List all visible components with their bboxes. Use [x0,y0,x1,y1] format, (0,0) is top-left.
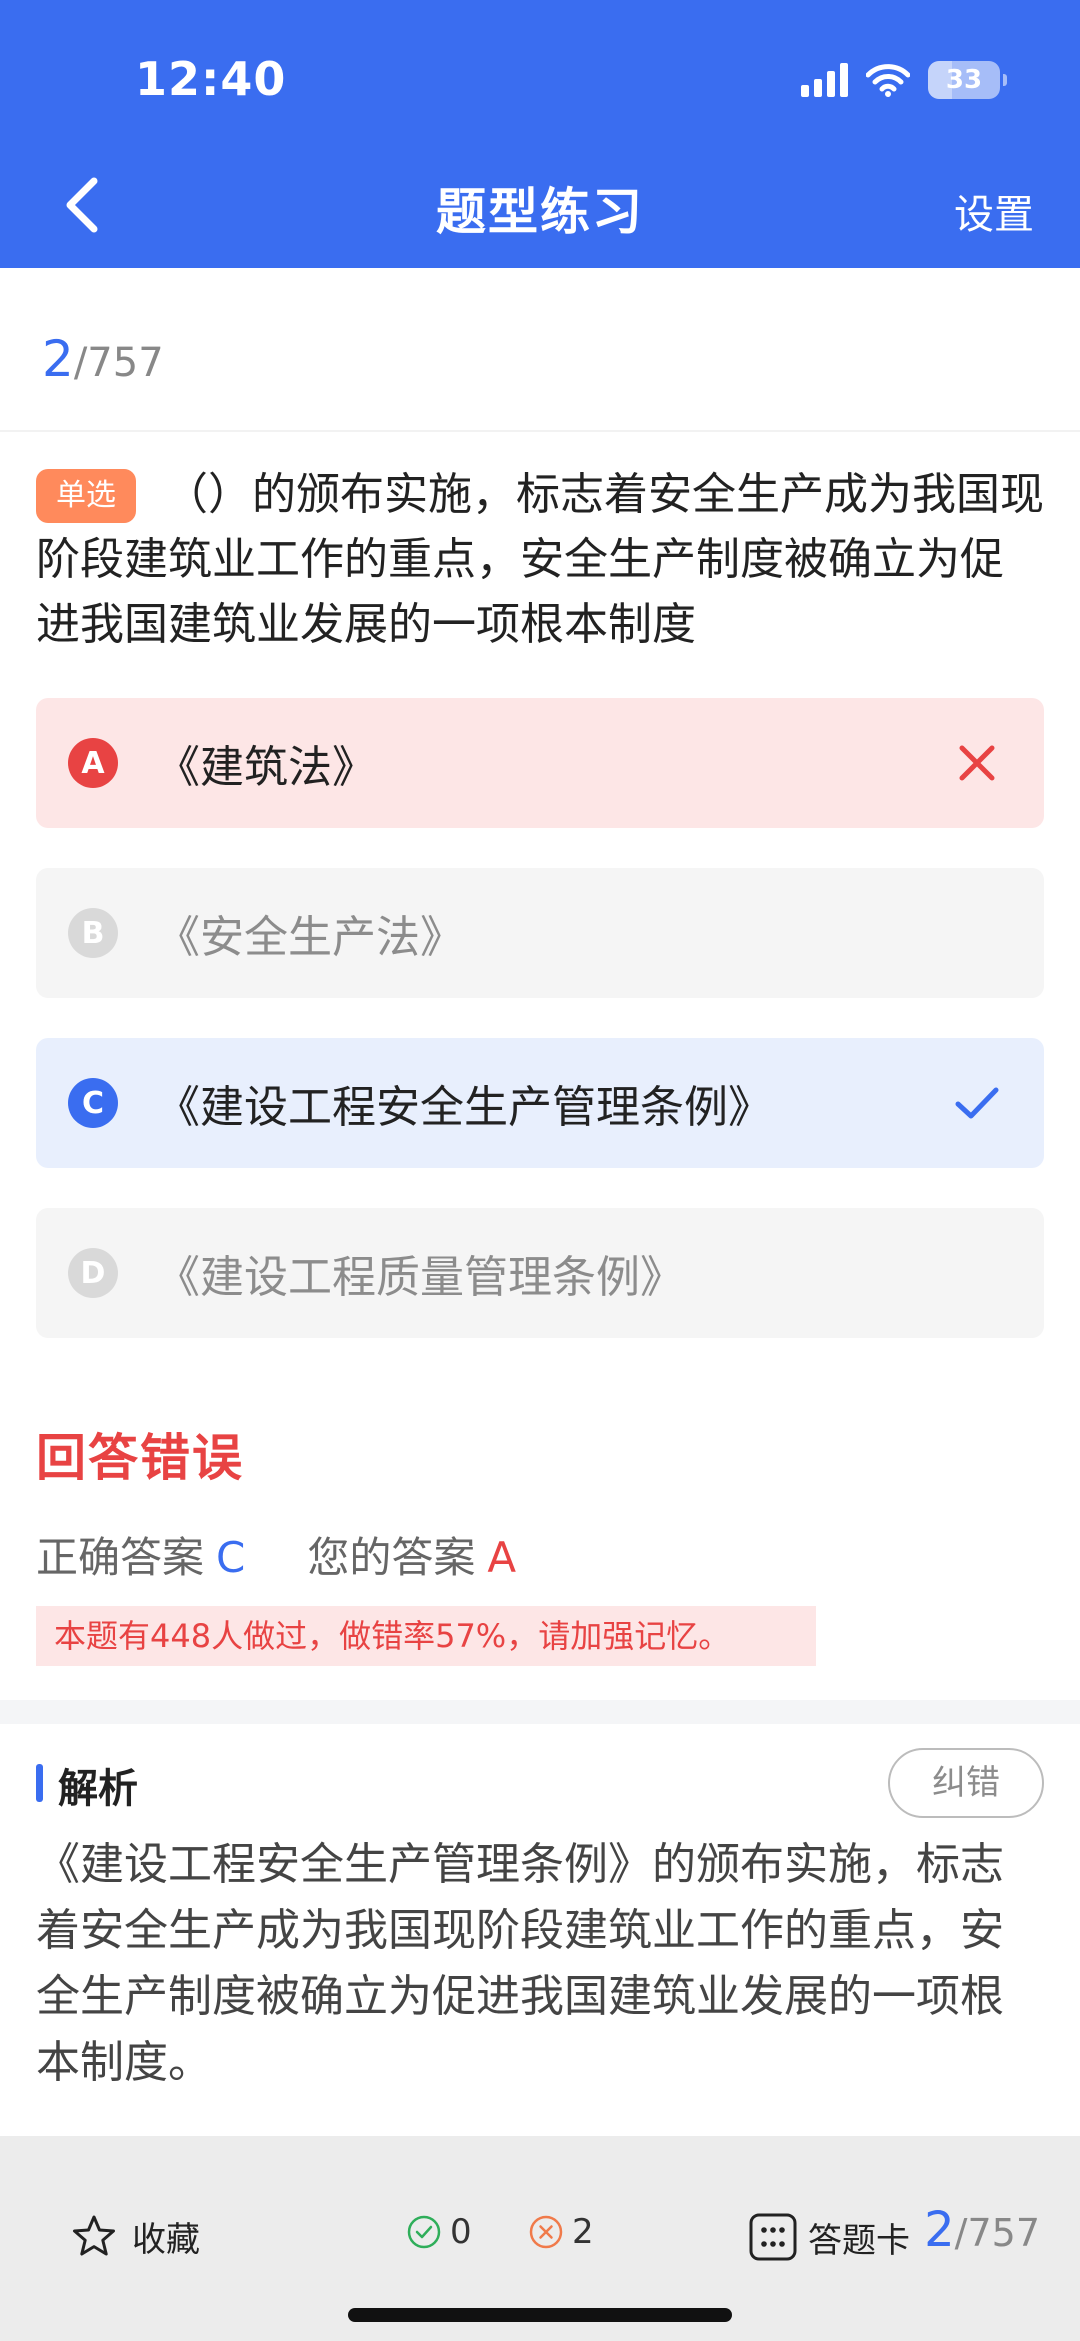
error-rate-hint: 本题有448人做过，做错率57%，请加强记忆。 [36,1606,816,1666]
option-text: 《建设工程安全生产管理条例》 [156,1082,772,1133]
option-letter: C [68,1078,118,1128]
grid-icon [749,2213,797,2261]
wrong-count-value: 2 [572,2212,594,2252]
analysis-text: 《建设工程安全生产管理条例》的颁布实施，标志着安全生产成为我国现阶段建筑业工作的… [36,1839,1004,2088]
progress-current: 2 [42,330,74,388]
option-text: 《安全生产法》 [156,912,464,963]
app-header: 12:40 33 题型练习 设置 [0,0,1080,268]
option-b[interactable]: B 《安全生产法》 [36,868,1044,998]
wrong-count: 2 [528,2212,594,2252]
analysis-accent-bar [36,1764,43,1802]
answer-summary: 正确答案 C 您的答案 A [36,1524,516,1585]
result-title: 回答错误 [36,1429,244,1487]
your-answer-value: A [487,1533,517,1582]
collect-button[interactable]: 收藏 [70,2212,200,2261]
status-icons: 33 [801,58,1007,102]
report-error-button[interactable]: 纠错 [888,1748,1044,1818]
battery-percent: 33 [945,65,983,95]
footer-progress-current: 2 [924,2202,955,2258]
question-progress: 2/757 [42,330,164,388]
check-circle-icon [407,2215,441,2249]
star-icon [73,2215,115,2255]
correct-count-value: 0 [450,2212,472,2252]
option-letter: D [68,1248,118,1298]
battery-icon: 33 [928,61,1007,99]
question-stem: 单选 （）的颁布实施，标志着安全生产成为我国现阶段建筑业工作的重点，安全生产制度被… [36,462,1046,657]
answer-card-button[interactable]: 答题卡 [748,2212,910,2262]
option-text: 《建筑法》 [156,742,376,793]
checkmark-icon [955,1087,999,1119]
option-a[interactable]: A 《建筑法》 [36,698,1044,828]
divider [0,430,1080,432]
x-circle-icon [529,2215,563,2249]
option-text: 《建设工程质量管理条例》 [156,1252,684,1303]
page-title: 题型练习 [436,183,644,241]
footer-progress-total: /757 [954,2211,1040,2255]
signal-icon [801,63,848,97]
correct-answer-label: 正确答案 [36,1533,205,1582]
correct-count: 0 [406,2212,472,2252]
footer-progress: 2/757 [924,2202,1040,2258]
progress-total: /757 [73,340,164,386]
settings-button[interactable]: 设置 [954,182,1034,240]
correct-answer-value: C [216,1533,246,1582]
question-type-tag: 单选 [36,469,136,523]
answer-card-label: 答题卡 [808,2220,910,2261]
question-text: （）的颁布实施，标志着安全生产成为我国现阶段建筑业工作的重点，安全生产制度被确立… [36,469,1044,650]
analysis-title: 解析 [58,1766,138,1812]
option-letter: B [68,908,118,958]
option-d[interactable]: D 《建设工程质量管理条例》 [36,1208,1044,1338]
wifi-icon [866,64,910,97]
wrong-mark-icon [959,745,995,781]
collect-label: 收藏 [132,2220,200,2260]
home-indicator [348,2308,732,2322]
option-c[interactable]: C 《建设工程安全生产管理条例》 [36,1038,1044,1168]
section-divider [0,1700,1080,1724]
your-answer-label: 您的答案 [307,1533,476,1582]
option-letter: A [68,738,118,788]
status-time: 12:40 [135,52,287,106]
